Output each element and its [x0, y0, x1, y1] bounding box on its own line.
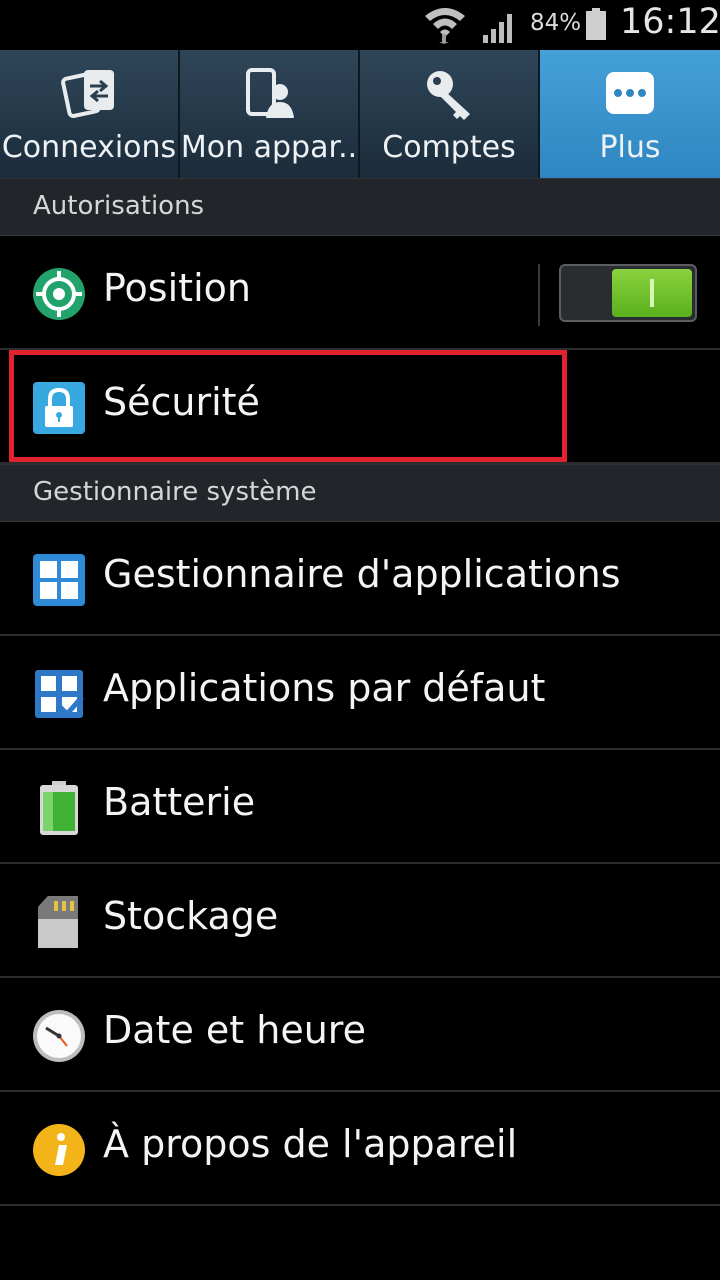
settings-row-storage[interactable]: Stockage	[0, 864, 720, 978]
connections-icon	[61, 70, 114, 118]
settings-row-about-device[interactable]: À propos de l'appareil	[0, 1092, 720, 1206]
wifi-icon	[425, 8, 465, 44]
tab-label: Connexions	[1, 130, 177, 165]
tab-label: Plus	[599, 130, 661, 165]
tab-mon-appareil[interactable]: Mon appar..	[180, 50, 360, 178]
row-label: Stockage	[103, 894, 279, 938]
settings-row-date-time[interactable]: Date et heure	[0, 978, 720, 1092]
settings-row-app-manager[interactable]: Gestionnaire d'applications	[0, 522, 720, 636]
lock-icon	[33, 382, 85, 434]
signal-icon	[483, 14, 512, 43]
battery-icon	[40, 781, 78, 835]
row-label: À propos de l'appareil	[103, 1122, 518, 1166]
section-header-permissions: Autorisations	[0, 178, 720, 236]
status-bar: 84% 16:12	[0, 0, 720, 50]
location-icon	[33, 268, 85, 320]
my-device-icon	[246, 68, 294, 118]
section-title: Autorisations	[33, 191, 205, 221]
battery-status-icon	[586, 8, 606, 40]
row-label: Sécurité	[103, 380, 260, 424]
section-title: Gestionnaire système	[33, 477, 317, 507]
more-dots-icon	[606, 72, 654, 114]
tab-comptes[interactable]: Comptes	[360, 50, 540, 178]
settings-row-security[interactable]: Sécurité	[0, 350, 720, 464]
info-icon	[33, 1124, 85, 1176]
clock-icon	[33, 1010, 85, 1062]
battery-percent: 84%	[530, 10, 582, 36]
row-label: Position	[103, 266, 251, 310]
settings-row-position[interactable]: Position	[0, 236, 720, 350]
settings-row-default-apps[interactable]: Applications par défaut	[0, 636, 720, 750]
row-label: Batterie	[103, 780, 256, 824]
divider	[538, 264, 540, 326]
default-apps-icon	[35, 670, 84, 718]
tab-label: Comptes	[382, 130, 516, 165]
clock: 16:12	[620, 2, 720, 42]
sd-card-icon	[38, 896, 78, 948]
settings-tab-bar: Connexions Mon appar.. Comptes Plus	[0, 50, 720, 178]
toggle-knob	[612, 269, 692, 317]
tab-plus[interactable]: Plus	[540, 50, 720, 178]
tab-label: Mon appar..	[180, 130, 358, 165]
section-header-system: Gestionnaire système	[0, 464, 720, 522]
settings-row-battery[interactable]: Batterie	[0, 750, 720, 864]
accounts-key-icon	[427, 71, 470, 120]
row-label: Date et heure	[103, 1008, 366, 1052]
tab-connexions[interactable]: Connexions	[0, 50, 180, 178]
position-toggle[interactable]	[559, 264, 697, 322]
app-grid-icon	[33, 554, 85, 606]
row-label: Applications par défaut	[103, 666, 546, 710]
row-label: Gestionnaire d'applications	[103, 552, 621, 596]
